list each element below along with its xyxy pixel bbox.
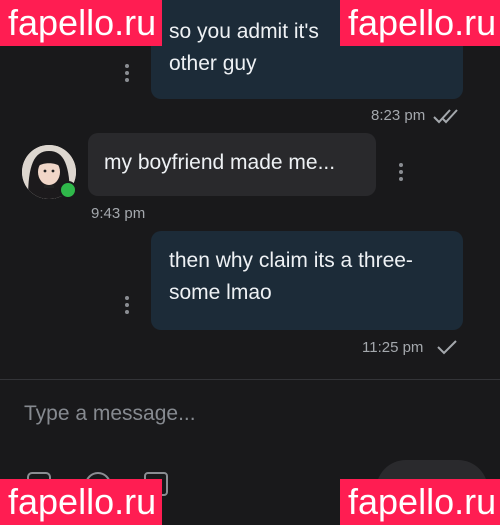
message-options-icon[interactable] [125, 296, 129, 317]
incoming-message-bubble[interactable]: my boyfriend made me... [88, 133, 376, 196]
message-time: 11:25 pm [362, 339, 424, 356]
message-text-line: other guy [169, 52, 257, 75]
message-text-line: some lmao [169, 281, 272, 304]
message-time: 9:43 pm [91, 205, 146, 222]
composer-divider [0, 379, 500, 380]
outgoing-message-bubble[interactable]: then why claim its a three- some lmao [151, 231, 463, 330]
message-options-icon[interactable] [125, 64, 129, 85]
message-text: my boyfriend made me... [104, 151, 336, 174]
watermark-top-left: fapello.ru [0, 0, 162, 46]
watermark-bottom-right: fapello.ru [340, 479, 500, 525]
watermark-bottom-left: fapello.ru [0, 479, 162, 525]
message-options-icon[interactable] [399, 163, 403, 184]
message-time: 8:23 pm [371, 107, 426, 124]
message-input[interactable] [24, 399, 464, 429]
double-check-icon [433, 109, 458, 124]
check-icon [437, 340, 457, 355]
watermark-top-right: fapello.ru [340, 0, 500, 46]
message-text-line: then why claim its a three- [169, 249, 413, 272]
online-status-indicator [59, 181, 77, 199]
